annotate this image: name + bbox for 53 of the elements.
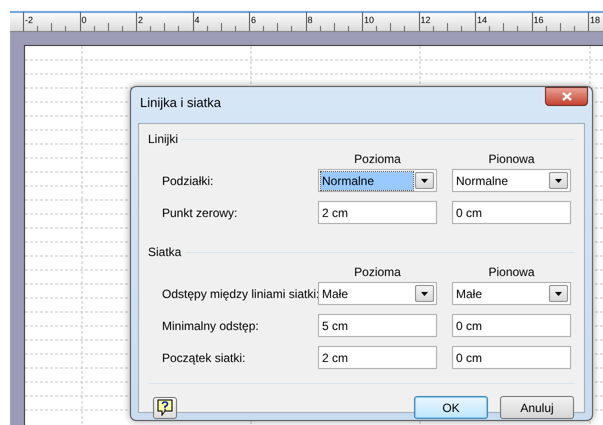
caret-icon <box>421 292 428 296</box>
ruler-label: 10 <box>364 14 374 26</box>
field-value: 0 cm <box>455 318 484 334</box>
ruler-label: 14 <box>477 14 488 26</box>
window-title: Linijka i siatka <box>140 94 221 112</box>
input-field[interactable]: 5 cm <box>318 314 437 337</box>
input-field[interactable]: 0 cm <box>452 201 571 224</box>
column-header: Pozioma <box>354 151 401 168</box>
field-value: 2 cm <box>321 204 350 222</box>
field-value: Normalne <box>455 172 510 190</box>
ruler-label: 18 <box>590 14 600 26</box>
column-header: Pionowa <box>488 264 535 281</box>
help-icon <box>157 399 173 416</box>
dropdown[interactable]: Małe <box>318 282 437 305</box>
column-header: Pozioma <box>354 264 401 281</box>
ruler-label: -2 <box>25 14 34 26</box>
field-label: Początek siatki: <box>162 350 246 366</box>
caret-icon <box>555 292 562 296</box>
ruler-label: 2 <box>138 14 144 26</box>
field-label: Podziałki: <box>162 172 214 190</box>
ruler-label: 4 <box>194 14 200 26</box>
dialog-button[interactable]: OK <box>414 396 488 419</box>
field-value: 2 cm <box>321 350 350 366</box>
ruler-label: 12 <box>420 14 431 26</box>
input-field[interactable]: 0 cm <box>452 346 571 369</box>
dropdown[interactable]: Normalne <box>318 169 437 192</box>
field-value: Normalne <box>321 172 413 190</box>
field-label: Odstępy między liniami siatki: <box>162 286 320 302</box>
column-header: Pionowa <box>488 151 535 168</box>
input-field[interactable]: 2 cm <box>318 201 437 224</box>
dropdown[interactable]: Małe <box>452 282 571 305</box>
input-field[interactable]: 0 cm <box>452 314 571 337</box>
dropdown[interactable]: Normalne <box>452 169 571 192</box>
field-value: Małe <box>455 286 484 302</box>
ruler-label: 0 <box>82 14 87 26</box>
ruler-label: 6 <box>251 14 256 26</box>
field-label: Punkt zerowy: <box>162 204 238 222</box>
caret-icon <box>555 178 562 182</box>
close-button[interactable] <box>545 87 588 106</box>
input-field[interactable]: 2 cm <box>318 346 437 369</box>
close-icon <box>562 92 572 101</box>
field-value: Małe <box>321 286 350 302</box>
field-label: Minimalny odstęp: <box>162 318 259 334</box>
help-button[interactable] <box>153 396 177 418</box>
field-value: 5 cm <box>321 318 350 334</box>
dialog-button[interactable]: Anuluj <box>500 396 574 419</box>
section-title: Siatka <box>148 244 182 261</box>
caret-icon <box>421 178 428 182</box>
field-value: 0 cm <box>455 204 484 222</box>
field-value: 0 cm <box>455 350 484 366</box>
ruler-label: 8 <box>308 14 313 26</box>
ruler-label: 16 <box>534 14 544 26</box>
section-title: Linijki <box>148 131 178 148</box>
